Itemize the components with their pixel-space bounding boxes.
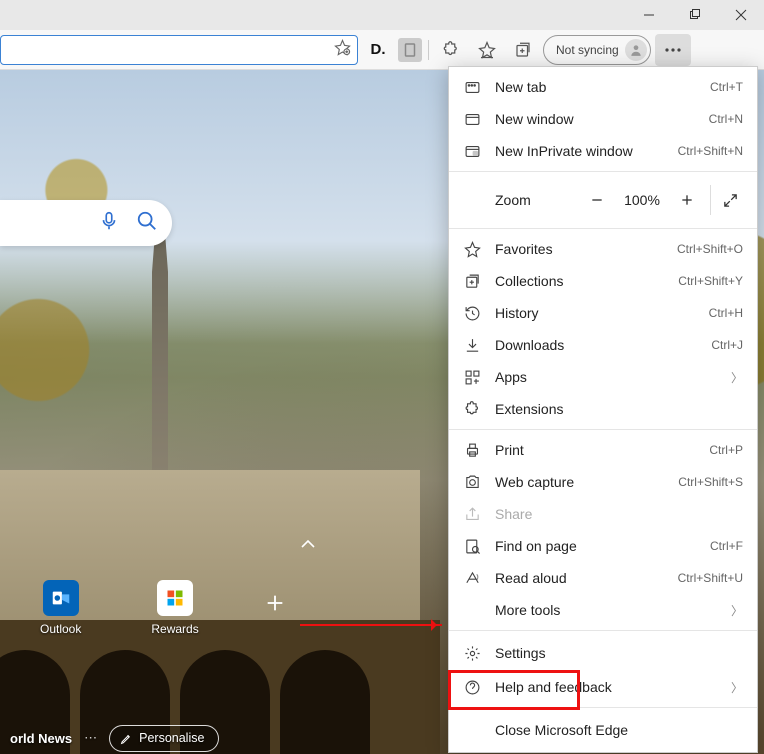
capture-icon xyxy=(463,474,481,491)
close-button[interactable] xyxy=(718,0,764,30)
address-bar[interactable] xyxy=(0,35,358,65)
history-icon xyxy=(463,305,481,322)
new-window-icon xyxy=(463,111,481,128)
favorites-icon[interactable] xyxy=(471,34,503,66)
minimize-button[interactable] xyxy=(626,0,672,30)
browser-toolbar: D. Not syncing xyxy=(0,30,764,70)
print-icon xyxy=(463,442,481,459)
menu-new-tab[interactable]: New tab Ctrl+T xyxy=(449,71,757,103)
avatar-icon xyxy=(625,39,647,61)
apps-icon xyxy=(463,369,481,386)
menu-web-capture[interactable]: Web capture Ctrl+Shift+S xyxy=(449,466,757,498)
sync-label: Not syncing xyxy=(556,43,619,57)
menu-separator xyxy=(449,630,757,631)
window-titlebar xyxy=(0,0,764,30)
chevron-right-icon: 〉 xyxy=(731,679,743,696)
tile-outlook[interactable]: Outlook xyxy=(40,580,81,636)
menu-new-inprivate[interactable]: New InPrivate window Ctrl+Shift+N xyxy=(449,135,757,167)
search-box[interactable] xyxy=(0,200,172,246)
chevron-right-icon: 〉 xyxy=(731,369,743,386)
menu-separator xyxy=(449,707,757,708)
menu-new-window[interactable]: New window Ctrl+N xyxy=(449,103,757,135)
expand-chevron-icon[interactable] xyxy=(300,536,316,554)
zoom-out-button[interactable] xyxy=(580,183,614,217)
annotation-arrow xyxy=(300,624,442,626)
tile-rewards[interactable]: Rewards xyxy=(151,580,198,636)
new-tab-icon xyxy=(463,79,481,96)
rewards-icon xyxy=(157,580,193,616)
menu-find[interactable]: Find on page Ctrl+F xyxy=(449,530,757,562)
menu-separator xyxy=(449,228,757,229)
extensions-icon[interactable] xyxy=(435,34,467,66)
maximize-button[interactable] xyxy=(672,0,718,30)
menu-read-aloud[interactable]: Read aloud Ctrl+Shift+U xyxy=(449,562,757,594)
extension-d-icon[interactable]: D. xyxy=(362,34,394,66)
news-label: orld News xyxy=(10,731,72,746)
menu-help[interactable]: Help and feedback 〉 xyxy=(449,671,757,703)
menu-settings[interactable]: Settings xyxy=(449,635,757,671)
reader-icon[interactable] xyxy=(398,38,422,62)
download-icon xyxy=(463,337,481,354)
inprivate-icon xyxy=(463,143,481,160)
add-tile-button[interactable] xyxy=(260,588,290,618)
search-icon[interactable] xyxy=(136,210,158,237)
menu-collections[interactable]: Collections Ctrl+Shift+Y xyxy=(449,265,757,297)
menu-history[interactable]: History Ctrl+H xyxy=(449,297,757,329)
fullscreen-button[interactable] xyxy=(713,183,747,217)
menu-apps[interactable]: Apps 〉 xyxy=(449,361,757,393)
help-icon xyxy=(463,679,481,696)
outlook-icon xyxy=(43,580,79,616)
share-icon xyxy=(463,506,481,523)
read-aloud-icon xyxy=(463,570,481,587)
zoom-value: 100% xyxy=(614,192,670,208)
more-menu-button[interactable] xyxy=(655,34,691,66)
zoom-in-button[interactable] xyxy=(670,183,704,217)
toolbar-divider xyxy=(428,40,429,60)
settings-menu: New tab Ctrl+T New window Ctrl+N New InP… xyxy=(448,66,758,753)
gear-icon xyxy=(463,645,481,662)
menu-print[interactable]: Print Ctrl+P xyxy=(449,434,757,466)
menu-more-tools[interactable]: More tools 〉 xyxy=(449,594,757,626)
find-icon xyxy=(463,538,481,555)
voice-search-icon[interactable] xyxy=(98,210,120,237)
collections-menu-icon xyxy=(463,273,481,290)
quick-tiles: Outlook Rewards xyxy=(40,580,199,636)
chevron-right-icon: 〉 xyxy=(731,602,743,619)
menu-favorites[interactable]: Favorites Ctrl+Shift+O xyxy=(449,233,757,265)
menu-separator xyxy=(449,171,757,172)
profile-sync-button[interactable]: Not syncing xyxy=(543,35,651,65)
menu-downloads[interactable]: Downloads Ctrl+J xyxy=(449,329,757,361)
menu-share: Share xyxy=(449,498,757,530)
menu-extensions[interactable]: Extensions xyxy=(449,393,757,425)
personalise-button[interactable]: Personalise xyxy=(109,725,219,752)
menu-zoom: Zoom 100% xyxy=(449,176,757,224)
collections-icon[interactable] xyxy=(507,34,539,66)
favorite-star-icon[interactable] xyxy=(334,39,351,61)
menu-close-edge[interactable]: Close Microsoft Edge xyxy=(449,712,757,748)
tile-label: Rewards xyxy=(151,622,198,636)
tile-label: Outlook xyxy=(40,622,81,636)
star-icon xyxy=(463,241,481,258)
menu-separator xyxy=(449,429,757,430)
extensions-menu-icon xyxy=(463,401,481,418)
